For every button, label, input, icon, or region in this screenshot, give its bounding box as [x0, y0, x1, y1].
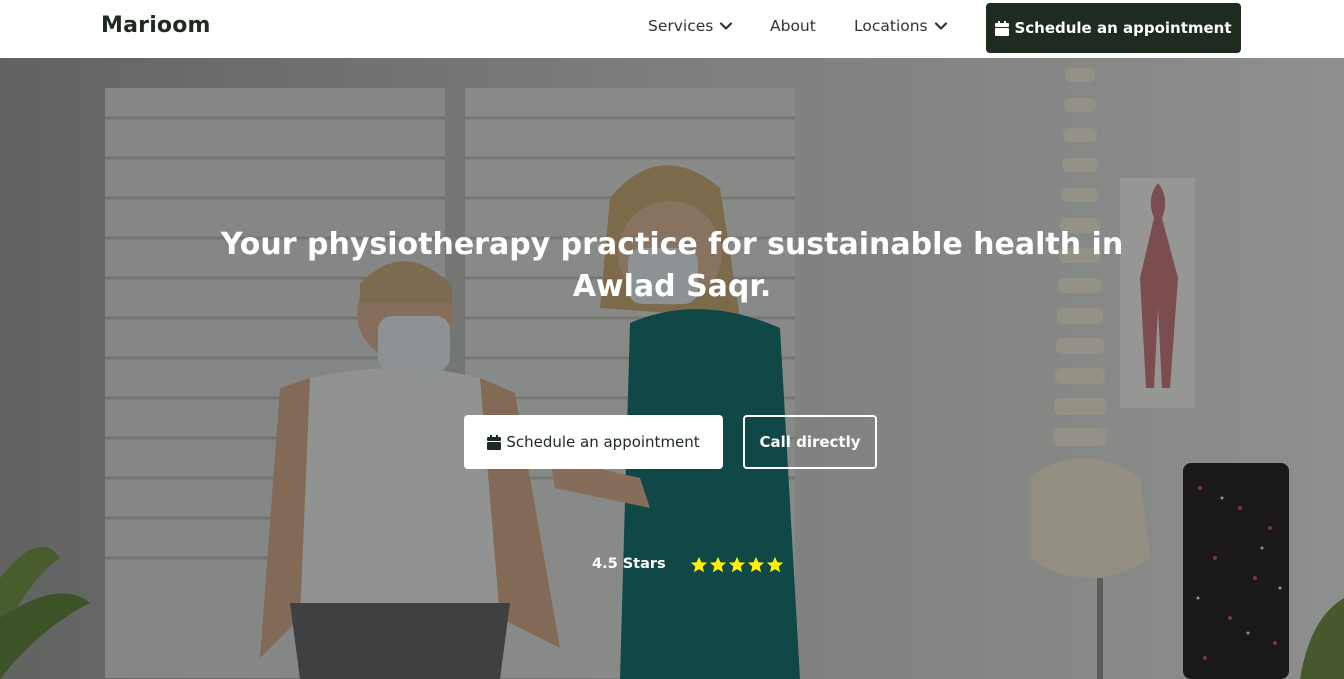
chevron-down-icon — [934, 22, 947, 30]
nav-about-label: About — [770, 17, 816, 35]
nav-services[interactable]: Services — [648, 17, 733, 35]
hero-overlay — [0, 58, 1344, 679]
hero-title-line2: Awlad Saqr. — [572, 269, 772, 304]
site-logo[interactable]: Marioom — [101, 13, 211, 38]
call-directly-label: Call directly — [759, 433, 861, 451]
chevron-down-icon — [720, 22, 733, 30]
calendar-icon — [995, 20, 1010, 36]
rating-stars — [690, 556, 784, 574]
star-icon — [690, 556, 708, 573]
hero-title: Your physiotherapy practice for sustaina… — [220, 224, 1124, 308]
hero-schedule-button[interactable]: Schedule an appointment — [464, 415, 723, 469]
hero-section: Your physiotherapy practice for sustaina… — [0, 58, 1344, 679]
star-icon — [747, 556, 765, 573]
site-header: Marioom Services About Locations Schedul… — [0, 0, 1344, 58]
header-schedule-button[interactable]: Schedule an appointment — [986, 3, 1241, 53]
call-directly-button[interactable]: Call directly — [743, 415, 877, 469]
star-icon — [709, 556, 727, 573]
hero-title-line1: Your physiotherapy practice for sustaina… — [220, 227, 1124, 262]
rating-text: 4.5 Stars — [592, 556, 666, 572]
calendar-icon — [487, 434, 502, 450]
header-schedule-label: Schedule an appointment — [1014, 19, 1232, 37]
hero-schedule-label: Schedule an appointment — [506, 433, 700, 451]
nav-locations-label: Locations — [854, 17, 928, 35]
star-icon — [728, 556, 746, 573]
nav-services-label: Services — [648, 17, 714, 35]
nav-locations[interactable]: Locations — [854, 17, 948, 35]
nav-about[interactable]: About — [770, 17, 816, 35]
star-icon — [766, 556, 784, 573]
